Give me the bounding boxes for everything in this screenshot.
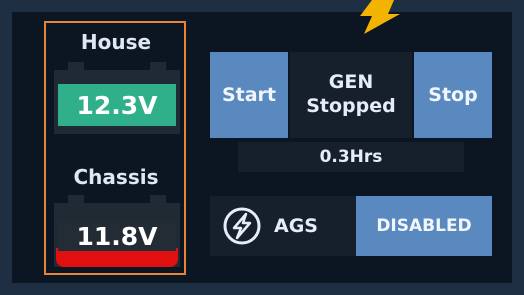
battery-terminal: [68, 62, 84, 72]
house-battery-label: House: [80, 30, 152, 54]
chassis-battery-label: Chassis: [73, 165, 159, 189]
ags-label: AGS: [274, 215, 318, 237]
generator-status: GEN Stopped: [290, 52, 412, 138]
generator-hours-readout: 0.3Hrs: [238, 142, 464, 172]
generator-stop-button[interactable]: Stop: [414, 52, 492, 138]
generator-status-title: GEN: [328, 71, 374, 94]
battery-terminal: [150, 195, 166, 205]
ags-control: AGS DISABLED: [210, 196, 492, 256]
generator-controls: Start GEN Stopped Stop 0.3Hrs: [210, 52, 492, 172]
lightning-circle-icon: [223, 207, 261, 245]
house-voltage-readout: 12.3V: [58, 84, 176, 126]
ags-status-button[interactable]: DISABLED: [356, 196, 492, 256]
generator-start-button[interactable]: Start: [210, 52, 288, 138]
pointer-arrow-icon: [360, 0, 400, 34]
battery-terminal: [150, 62, 166, 72]
battery-terminal: [68, 195, 84, 205]
generator-status-state: Stopped: [306, 95, 396, 117]
chassis-voltage-readout: 11.8V: [58, 221, 176, 251]
